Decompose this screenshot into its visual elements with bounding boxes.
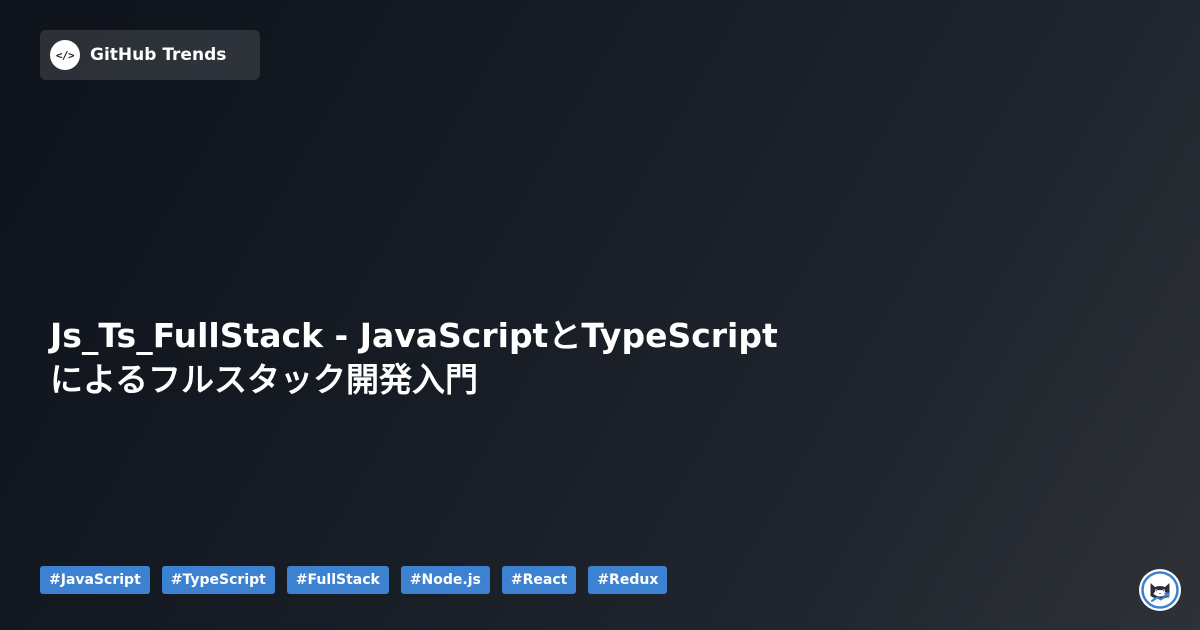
title-line-2: によるフルスタック開発入門	[50, 360, 479, 399]
tag-typescript[interactable]: #TypeScript	[161, 566, 275, 594]
tag-fullstack[interactable]: #FullStack	[286, 566, 389, 594]
cat-mascot-icon	[1139, 569, 1181, 611]
tag-list: #JavaScript #TypeScript #FullStack #Node…	[40, 566, 668, 594]
tag-react[interactable]: #React	[501, 566, 577, 594]
code-brackets-icon: </>	[50, 40, 80, 70]
page-title: Js_Ts_FullStack - JavaScriptとTypeScript …	[50, 314, 870, 402]
brand-badge: </> GitHub Trends	[40, 30, 260, 80]
tag-javascript[interactable]: #JavaScript	[40, 566, 150, 594]
title-line-1: Js_Ts_FullStack - JavaScriptとTypeScript	[50, 316, 778, 355]
brand-name: GitHub Trends	[90, 45, 227, 65]
tag-redux[interactable]: #Redux	[588, 566, 668, 594]
tag-nodejs[interactable]: #Node.js	[400, 566, 490, 594]
